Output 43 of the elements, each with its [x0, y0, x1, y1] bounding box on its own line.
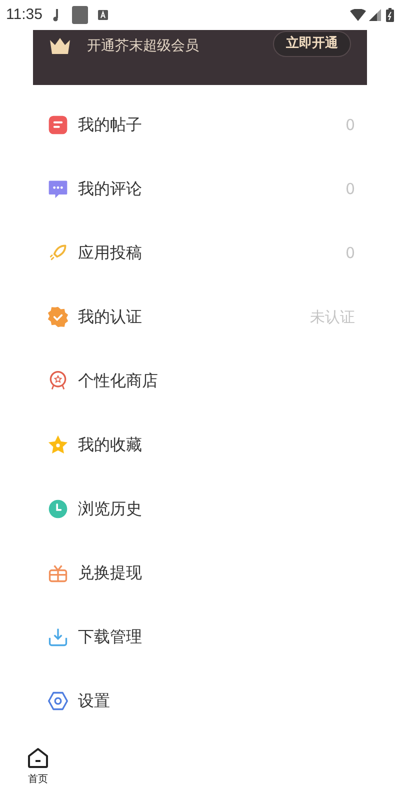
menu-item[interactable]: 我的认证 未认证 [33, 285, 367, 349]
menu-label: 个性化商店 [78, 370, 158, 392]
home-icon [26, 746, 50, 770]
download-icon [47, 626, 69, 648]
nav-tab[interactable]: 首页 [26, 746, 50, 787]
menu-value: 0 [345, 114, 355, 136]
menu-item[interactable]: 个性化商店 [33, 349, 367, 413]
wifi-icon [350, 9, 366, 21]
menu-label: 我的帖子 [78, 114, 142, 136]
menu-label: 浏览历史 [78, 498, 142, 520]
menu-label: 设置 [78, 690, 110, 712]
document-icon [47, 114, 69, 136]
menu-label: 应用投稿 [78, 242, 142, 264]
chat-bubble-icon [47, 178, 69, 200]
menu-item[interactable]: 我的帖子 0 [33, 93, 367, 157]
star-icon [47, 434, 69, 456]
menu-label: 兑换提现 [78, 562, 142, 584]
medal-icon [47, 370, 69, 392]
activate-button[interactable]: 立即开通 [273, 31, 351, 57]
app-square-icon [72, 6, 88, 24]
verified-badge-icon [47, 306, 69, 328]
clock-icon [47, 498, 69, 520]
battery-icon [386, 8, 394, 22]
menu-item[interactable]: 兑换提现 [33, 541, 367, 605]
menu-label: 我的收藏 [78, 434, 142, 456]
menu-item[interactable]: 设置 [33, 669, 367, 733]
menu-value: 未认证 [310, 306, 355, 328]
signal-icon [369, 9, 381, 21]
menu-item[interactable]: 下载管理 [33, 605, 367, 669]
menu-label: 我的评论 [78, 178, 142, 200]
menu-item[interactable]: 应用投稿 0 [33, 221, 367, 285]
settings-icon [47, 690, 69, 712]
menu-item[interactable]: 浏览历史 [33, 477, 367, 541]
menu-value: 0 [345, 178, 355, 200]
menu-item[interactable]: 我的收藏 [33, 413, 367, 477]
menu-item[interactable]: 我的评论 0 [33, 157, 367, 221]
menu-label: 下载管理 [78, 626, 142, 648]
menu-value: 0 [345, 242, 355, 264]
vip-promo-text: 开通芥末超级会员 [87, 37, 199, 56]
status-time: 11:35 [6, 4, 42, 25]
crown-icon [49, 37, 71, 55]
app-notification-icon [98, 10, 108, 20]
menu-label: 我的认证 [78, 306, 142, 328]
